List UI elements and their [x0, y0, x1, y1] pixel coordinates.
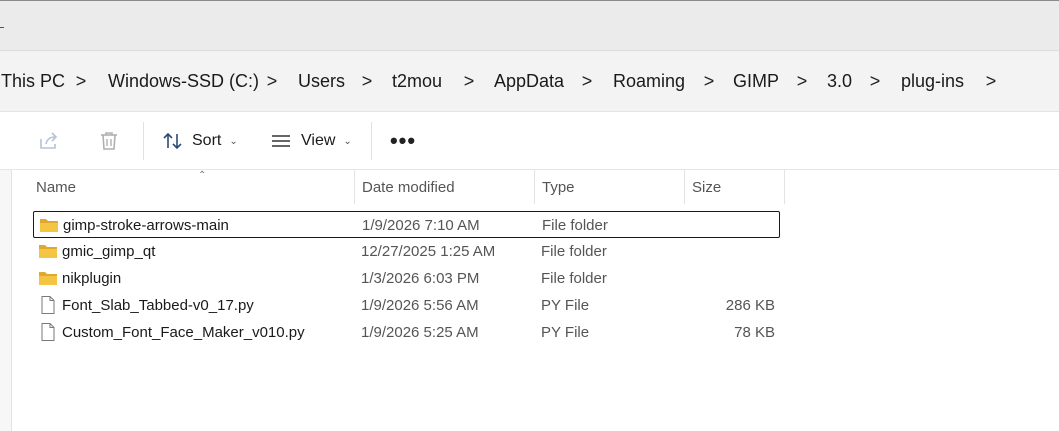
file-date: 1/3/2026 6:03 PM: [361, 270, 480, 287]
file-date: 1/9/2026 5:25 AM: [361, 324, 479, 341]
address-bar[interactable]: This PC > Windows-SSD (C:) > Users > t2m…: [0, 50, 1059, 112]
file-name: gmic_gimp_qt: [62, 243, 156, 260]
toolbar-divider: [371, 122, 372, 160]
breadcrumb-plug-ins[interactable]: plug-ins: [901, 71, 964, 92]
file-type: PY File: [541, 297, 590, 314]
breadcrumb-gimp[interactable]: GIMP: [733, 71, 779, 92]
file-size: 78 KB: [734, 324, 775, 341]
file-size: 286 KB: [725, 297, 775, 314]
file-type: File folder: [541, 270, 607, 287]
column-divider[interactable]: [684, 170, 685, 204]
file-row[interactable]: nikplugin 1/3/2026 6:03 PM File folder: [33, 265, 780, 292]
sort-button[interactable]: Sort ⌄: [162, 124, 238, 158]
chevron-right-icon[interactable]: >: [263, 71, 281, 92]
title-bar: [0, 0, 1059, 50]
column-header-date[interactable]: Date modified: [362, 170, 455, 204]
breadcrumb-appdata[interactable]: AppData: [494, 71, 564, 92]
file-row[interactable]: gimp-stroke-arrows-main 1/9/2026 7:10 AM…: [33, 211, 780, 238]
file-date: 1/9/2026 7:10 AM: [362, 217, 480, 234]
file-name: Font_Slab_Tabbed-v0_17.py: [62, 297, 254, 314]
delete-icon[interactable]: [96, 128, 122, 154]
chevron-right-icon[interactable]: >: [982, 71, 1000, 92]
toolbar-divider: [143, 122, 144, 160]
file-icon: [41, 296, 55, 314]
chevron-right-icon[interactable]: >: [866, 71, 884, 92]
breadcrumb-windows-ssd[interactable]: Windows-SSD (C:): [108, 71, 259, 92]
breadcrumb-roaming[interactable]: Roaming: [613, 71, 685, 92]
breadcrumb-t2mou[interactable]: t2mou: [392, 71, 442, 92]
tab-edge: [0, 27, 4, 28]
file-date: 12/27/2025 1:25 AM: [361, 243, 496, 260]
command-bar: Sort ⌄ View ⌄ •••: [0, 112, 1059, 170]
file-row[interactable]: Custom_Font_Face_Maker_v010.py 1/9/2026 …: [33, 319, 780, 346]
navigation-pane[interactable]: [0, 170, 12, 431]
more-options-button[interactable]: •••: [390, 124, 416, 158]
file-date: 1/9/2026 5:56 AM: [361, 297, 479, 314]
folder-icon: [40, 219, 58, 232]
chevron-right-icon[interactable]: >: [700, 71, 718, 92]
column-header-row: ⌃ Name Date modified Type Size: [12, 170, 1059, 204]
column-divider[interactable]: [354, 170, 355, 204]
file-name: nikplugin: [62, 270, 122, 287]
chevron-down-icon: ⌄: [229, 135, 238, 147]
file-type: File folder: [541, 243, 607, 260]
column-header-name[interactable]: Name: [36, 170, 76, 204]
chevron-right-icon[interactable]: >: [460, 71, 478, 92]
chevron-right-icon[interactable]: >: [358, 71, 376, 92]
view-icon: [272, 135, 290, 147]
sort-label: Sort: [192, 132, 222, 149]
view-label: View: [301, 132, 336, 149]
file-type: PY File: [541, 324, 590, 341]
file-type: File folder: [542, 217, 608, 234]
chevron-right-icon[interactable]: >: [578, 71, 596, 92]
breadcrumb-users[interactable]: Users: [298, 71, 345, 92]
folder-icon: [39, 245, 57, 258]
share-icon[interactable]: [36, 128, 62, 154]
breadcrumb-this-pc[interactable]: This PC: [1, 71, 65, 92]
column-header-type[interactable]: Type: [542, 170, 575, 204]
sort-ascending-icon: ⌃: [198, 170, 207, 181]
column-header-size[interactable]: Size: [692, 170, 721, 204]
breadcrumb-3-0[interactable]: 3.0: [827, 71, 852, 92]
breadcrumb: This PC > Windows-SSD (C:) > Users > t2m…: [0, 51, 1059, 111]
file-name: Custom_Font_Face_Maker_v010.py: [62, 324, 305, 341]
chevron-right-icon[interactable]: >: [793, 71, 811, 92]
chevron-right-icon[interactable]: >: [72, 71, 90, 92]
column-divider[interactable]: [784, 170, 785, 204]
file-row[interactable]: gmic_gimp_qt 12/27/2025 1:25 AM File fol…: [33, 238, 780, 265]
chevron-down-icon: ⌄: [343, 135, 352, 147]
file-name: gimp-stroke-arrows-main: [63, 217, 229, 234]
folder-icon: [39, 272, 57, 285]
column-divider[interactable]: [534, 170, 535, 204]
sort-icon: [163, 132, 182, 150]
view-button[interactable]: View ⌄: [270, 124, 352, 158]
file-icon: [41, 323, 55, 341]
file-row[interactable]: Font_Slab_Tabbed-v0_17.py 1/9/2026 5:56 …: [33, 292, 780, 319]
